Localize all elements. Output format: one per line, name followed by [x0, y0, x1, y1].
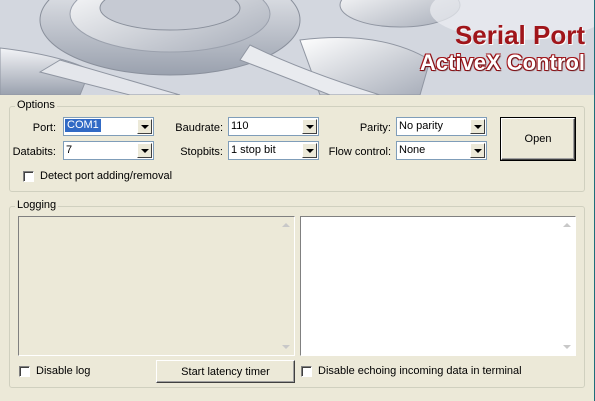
- chevron-down-icon[interactable]: [470, 143, 485, 158]
- baudrate-label: Baudrate:: [175, 122, 223, 134]
- parity-label: Parity:: [359, 122, 391, 134]
- databits-value: 7: [66, 144, 73, 156]
- start-latency-timer-button[interactable]: Start latency timer: [156, 360, 295, 383]
- disable-echo-label: Disable echoing incoming data in termina…: [318, 365, 522, 377]
- terminal-scrollbar[interactable]: [559, 217, 575, 355]
- disable-log-checkbox[interactable]: [19, 366, 30, 377]
- chevron-down-icon[interactable]: [137, 119, 152, 134]
- parity-value: No parity: [399, 120, 444, 132]
- stopbits-value: 1 stop bit: [231, 144, 276, 156]
- flow-control-value: None: [399, 144, 426, 156]
- databits-label: Databits:: [12, 146, 56, 158]
- main-window: Serial Port ActiveX Control Options Port…: [0, 0, 595, 401]
- flow-control-label: Flow control:: [328, 146, 391, 158]
- stopbits-label: Stopbits:: [180, 146, 223, 158]
- scroll-up-icon[interactable]: [563, 223, 571, 227]
- scroll-up-icon[interactable]: [282, 223, 290, 227]
- disable-log-label: Disable log: [36, 365, 91, 377]
- chevron-down-icon[interactable]: [137, 143, 152, 158]
- log-list[interactable]: [18, 216, 295, 356]
- detect-port-checkbox[interactable]: [23, 171, 34, 182]
- stopbits-combo[interactable]: 1 stop bit: [228, 141, 319, 160]
- log-scrollbar[interactable]: [278, 217, 294, 355]
- header-banner: Serial Port ActiveX Control: [0, 0, 595, 95]
- chevron-down-icon[interactable]: [302, 143, 317, 158]
- flow-control-combo[interactable]: None: [396, 141, 487, 160]
- port-value: COM1: [65, 119, 101, 132]
- open-button[interactable]: Open: [500, 117, 576, 161]
- port-combo[interactable]: COM1: [63, 117, 154, 136]
- databits-combo[interactable]: 7: [63, 141, 154, 160]
- parity-combo[interactable]: No parity: [396, 117, 487, 136]
- detect-port-label: Detect port adding/removal: [40, 170, 173, 182]
- logging-legend: Logging: [15, 199, 59, 211]
- chevron-down-icon[interactable]: [302, 119, 317, 134]
- scroll-down-icon[interactable]: [563, 345, 571, 349]
- port-label: Port:: [32, 122, 56, 134]
- banner-title: Serial Port: [454, 20, 585, 50]
- baudrate-value: 110: [231, 120, 249, 132]
- options-legend: Options: [15, 99, 57, 111]
- baudrate-combo[interactable]: 110: [228, 117, 319, 136]
- chevron-down-icon[interactable]: [470, 119, 485, 134]
- scroll-down-icon[interactable]: [282, 345, 290, 349]
- disable-echo-checkbox[interactable]: [301, 366, 312, 377]
- banner-subtitle: ActiveX Control: [419, 50, 585, 75]
- terminal-area[interactable]: [300, 216, 576, 356]
